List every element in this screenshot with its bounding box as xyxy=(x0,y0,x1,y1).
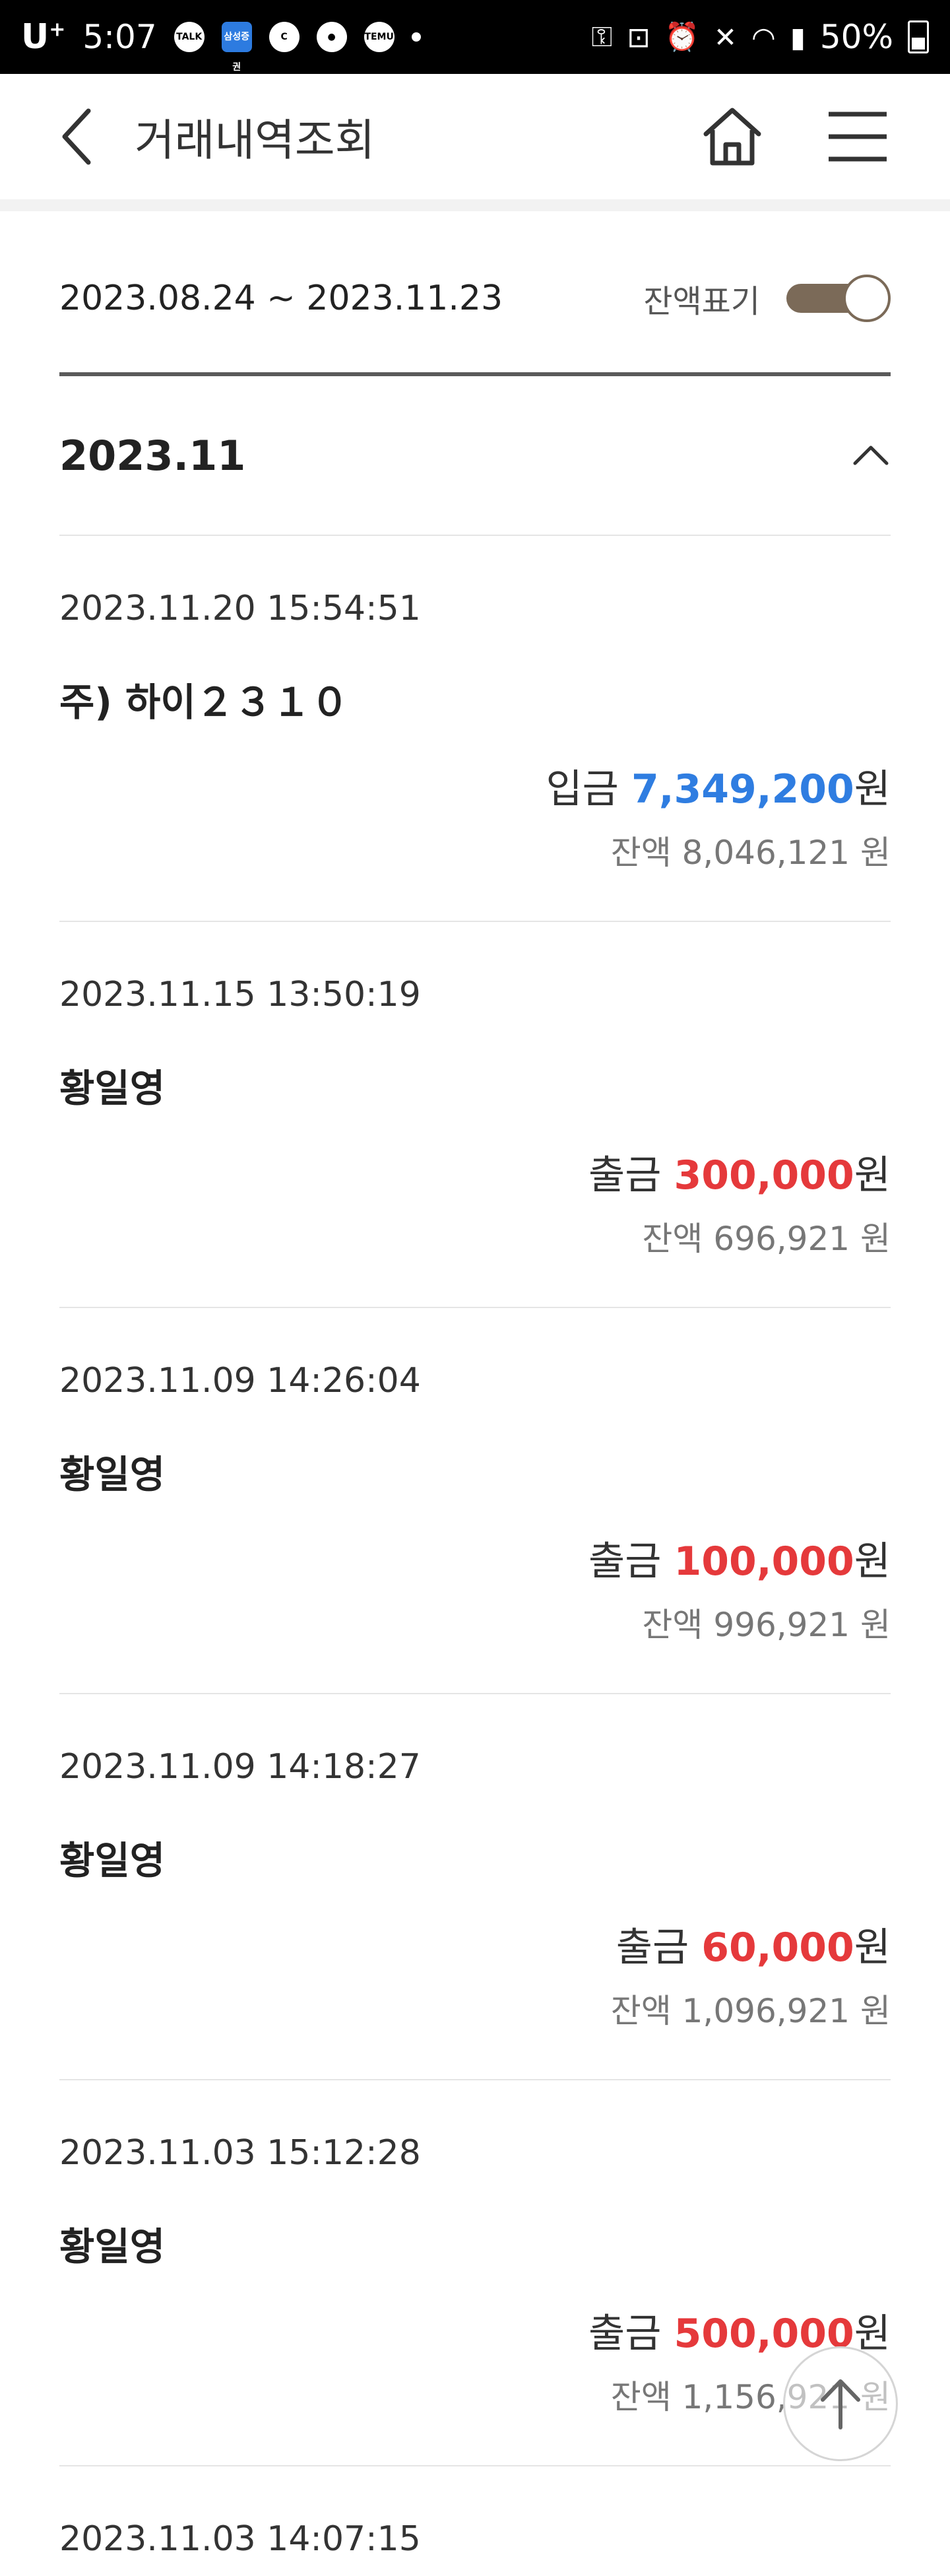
transaction-balance-row: 잔액 1,096,921 원 xyxy=(611,1985,891,2032)
alarm-icon: ⏰ xyxy=(664,20,699,53)
header-divider xyxy=(0,199,950,211)
back-button[interactable] xyxy=(59,104,106,170)
transaction-counterparty: 주) 하이２３１０ xyxy=(59,680,349,725)
balance-toggle[interactable] xyxy=(786,275,891,322)
transaction-balance-row: 잔액 696,921 원 xyxy=(642,1212,891,1260)
balance-label: 잔액 xyxy=(642,1220,703,1258)
currency-unit: 원 xyxy=(860,834,891,872)
kakaotalk-icon: TALK xyxy=(174,22,205,52)
samsung-securities-icon: 삼성증권 xyxy=(221,22,252,73)
hamburger-menu-icon xyxy=(829,112,887,162)
transaction-datetime: 2023.11.20 15:54:51 xyxy=(59,589,421,628)
transaction-item[interactable]: 2023.11.03 15:12:28 황일영 출금 500,000원 잔액 1… xyxy=(59,2080,891,2466)
app-header: 거래내역조회 xyxy=(0,74,950,199)
transaction-datetime: 2023.11.09 14:18:27 xyxy=(59,1747,421,1787)
key-icon: ⚿ xyxy=(591,20,613,53)
c-app-icon: C xyxy=(269,22,300,52)
transaction-amount: 100,000 xyxy=(674,1538,854,1585)
signal-icon: ▮ xyxy=(790,20,806,53)
transaction-amount: 7,349,200 xyxy=(631,766,854,812)
period-range[interactable]: 2023.08.24 ~ 2023.11.23 xyxy=(59,279,503,318)
toggle-knob xyxy=(843,275,891,322)
currency-unit: 원 xyxy=(854,1538,891,1585)
transaction-amount-row: 출금 60,000원 xyxy=(616,1915,891,1973)
transaction-type-label: 출금 xyxy=(588,1538,662,1585)
scroll-to-top-button[interactable] xyxy=(783,2346,898,2461)
home-button[interactable] xyxy=(699,104,765,170)
transaction-counterparty: 황일영 xyxy=(59,2224,166,2269)
balance-toggle-label: 잔액표기 xyxy=(643,283,760,320)
balance-value: 8,046,121 xyxy=(681,834,850,872)
wifi-icon: ◠ xyxy=(751,20,776,53)
transaction-amount: 300,000 xyxy=(674,1152,854,1199)
transaction-item[interactable]: 2023.11.09 14:18:27 황일영 출금 60,000원 잔액 1,… xyxy=(59,1694,891,2080)
currency-unit: 원 xyxy=(860,1992,891,2030)
balance-value: 1,096,921 xyxy=(681,1992,850,2030)
battery-icon xyxy=(908,20,929,53)
currency-unit: 원 xyxy=(854,766,891,812)
transaction-item[interactable]: 2023.11.20 15:54:51 주) 하이２３１０ 입금 7,349,2… xyxy=(59,536,891,922)
transaction-amount-row: 입금 7,349,200원 xyxy=(546,757,891,814)
month-label: 2023.11 xyxy=(59,431,246,480)
status-time: 5:07 xyxy=(82,18,157,56)
lock-icon: ⊡ xyxy=(627,20,650,53)
chat-bubble-icon: ● xyxy=(316,22,347,52)
home-icon xyxy=(703,108,761,166)
carrier-label: U+ xyxy=(21,17,66,57)
battery-percent: 50% xyxy=(819,18,893,56)
transaction-amount: 60,000 xyxy=(701,1925,854,1971)
temu-icon: TEMU xyxy=(364,22,395,52)
period-filter-row: 2023.08.24 ~ 2023.11.23 잔액표기 xyxy=(59,211,891,376)
status-bar: U+ 5:07 TALK 삼성증권 C ● TEMU ⚿ ⊡ ⏰ ✕ ◠ ▮ 5… xyxy=(0,0,950,74)
transaction-datetime: 2023.11.09 14:26:04 xyxy=(59,1361,421,1401)
currency-unit: 원 xyxy=(860,1220,891,1258)
balance-label: 잔액 xyxy=(610,2378,672,2416)
currency-unit: 원 xyxy=(854,1925,891,1971)
transaction-balance-row: 잔액 8,046,121 원 xyxy=(611,826,891,874)
balance-value: 696,921 xyxy=(713,1220,850,1258)
transaction-history: 2023.08.24 ~ 2023.11.23 잔액표기 2023.11 202… xyxy=(59,211,891,2565)
chevron-left-icon xyxy=(62,108,91,165)
currency-unit: 원 xyxy=(860,1606,891,1644)
transaction-datetime: 2023.11.15 13:50:19 xyxy=(59,975,421,1014)
chevron-up-icon[interactable] xyxy=(851,442,891,469)
page-title: 거래내역조회 xyxy=(135,115,375,166)
month-group-header[interactable]: 2023.11 xyxy=(59,376,891,536)
status-right: ⚿ ⊡ ⏰ ✕ ◠ ▮ 50% xyxy=(591,18,929,56)
transaction-counterparty: 황일영 xyxy=(59,1838,166,1883)
transaction-item[interactable]: 2023.11.09 14:26:04 황일영 출금 100,000원 잔액 9… xyxy=(59,1308,891,1694)
header-actions xyxy=(699,104,891,170)
currency-unit: 원 xyxy=(854,1152,891,1199)
transaction-amount-row: 출금 300,000원 xyxy=(588,1143,891,1201)
balance-label: 잔액 xyxy=(610,834,672,872)
transaction-counterparty: 황일영 xyxy=(59,1452,166,1497)
mute-icon: ✕ xyxy=(713,20,738,53)
status-left: U+ 5:07 TALK 삼성증권 C ● TEMU xyxy=(21,17,421,73)
transaction-counterparty: 황일영 xyxy=(59,1066,166,1111)
more-notifications-dot-icon xyxy=(411,32,421,42)
transaction-type-label: 출금 xyxy=(616,1925,689,1971)
transaction-type-label: 출금 xyxy=(588,2311,662,2357)
transaction-datetime: 2023.11.03 15:12:28 xyxy=(59,2133,421,2173)
transaction-balance-row: 잔액 996,921 원 xyxy=(642,1599,891,1646)
transaction-item[interactable]: 2023.11.03 14:07:15 xyxy=(59,2466,891,2565)
balance-label: 잔액 xyxy=(642,1606,703,1644)
balance-toggle-group: 잔액표기 xyxy=(643,275,891,322)
balance-label: 잔액 xyxy=(610,1992,672,2030)
transaction-item[interactable]: 2023.11.15 13:50:19 황일영 출금 300,000원 잔액 6… xyxy=(59,922,891,1308)
arrow-up-icon xyxy=(821,2379,860,2429)
transaction-datetime: 2023.11.03 14:07:15 xyxy=(59,2519,421,2559)
transaction-type-label: 출금 xyxy=(588,1152,662,1199)
balance-value: 996,921 xyxy=(713,1606,850,1644)
menu-button[interactable] xyxy=(825,104,891,170)
transaction-type-label: 입금 xyxy=(546,766,619,812)
transaction-amount-row: 출금 100,000원 xyxy=(588,1529,891,1587)
